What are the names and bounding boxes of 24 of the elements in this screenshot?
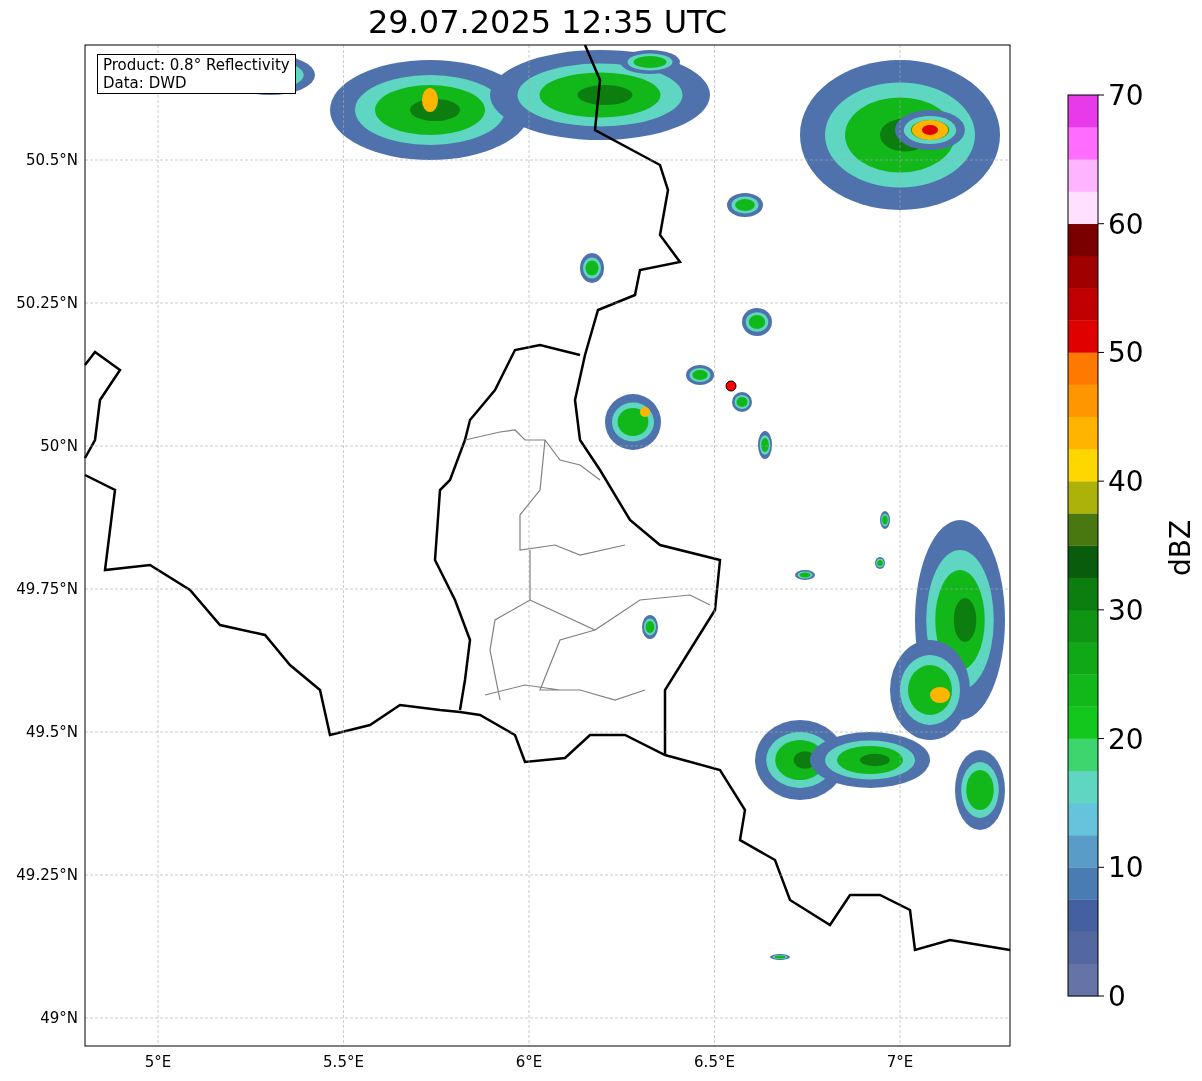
colorbar-label: dBZ [1164, 519, 1197, 577]
colorbar-tick-label: 40 [1108, 465, 1144, 499]
colorbar-tick-label: 60 [1108, 207, 1144, 241]
longitude-label: 7°E [886, 1053, 914, 1071]
latitude-label: 49.5°N [25, 723, 78, 741]
longitude-label: 5.5°E [323, 1053, 364, 1071]
latitude-label: 49.25°N [16, 866, 78, 884]
chart-title: 29.07.2025 12:35 UTC [367, 2, 728, 43]
latitude-label: 50.5°N [25, 151, 78, 169]
latitude-label: 50.25°N [16, 294, 78, 312]
colorbar-tick-label: 20 [1108, 722, 1144, 756]
longitude-label: 5°E [144, 1053, 172, 1071]
longitude-label: 6°E [515, 1053, 543, 1071]
longitude-label: 6.5°E [694, 1053, 735, 1071]
colorbar-tick-label: 10 [1108, 851, 1144, 885]
latitude-label: 49°N [40, 1009, 78, 1027]
colorbar-tick-label: 50 [1108, 336, 1144, 370]
info-text: Data: DWD [103, 74, 188, 92]
latitude-label: 50°N [40, 437, 78, 455]
latitude-label: 49.75°N [16, 580, 78, 598]
info-text: Product: 0.8° Reflectivity [103, 56, 290, 74]
colorbar-tick-label: 70 [1108, 79, 1144, 112]
colorbar-tick-label: 30 [1108, 593, 1144, 627]
colorbar-tick-label: 0 [1108, 980, 1126, 1013]
